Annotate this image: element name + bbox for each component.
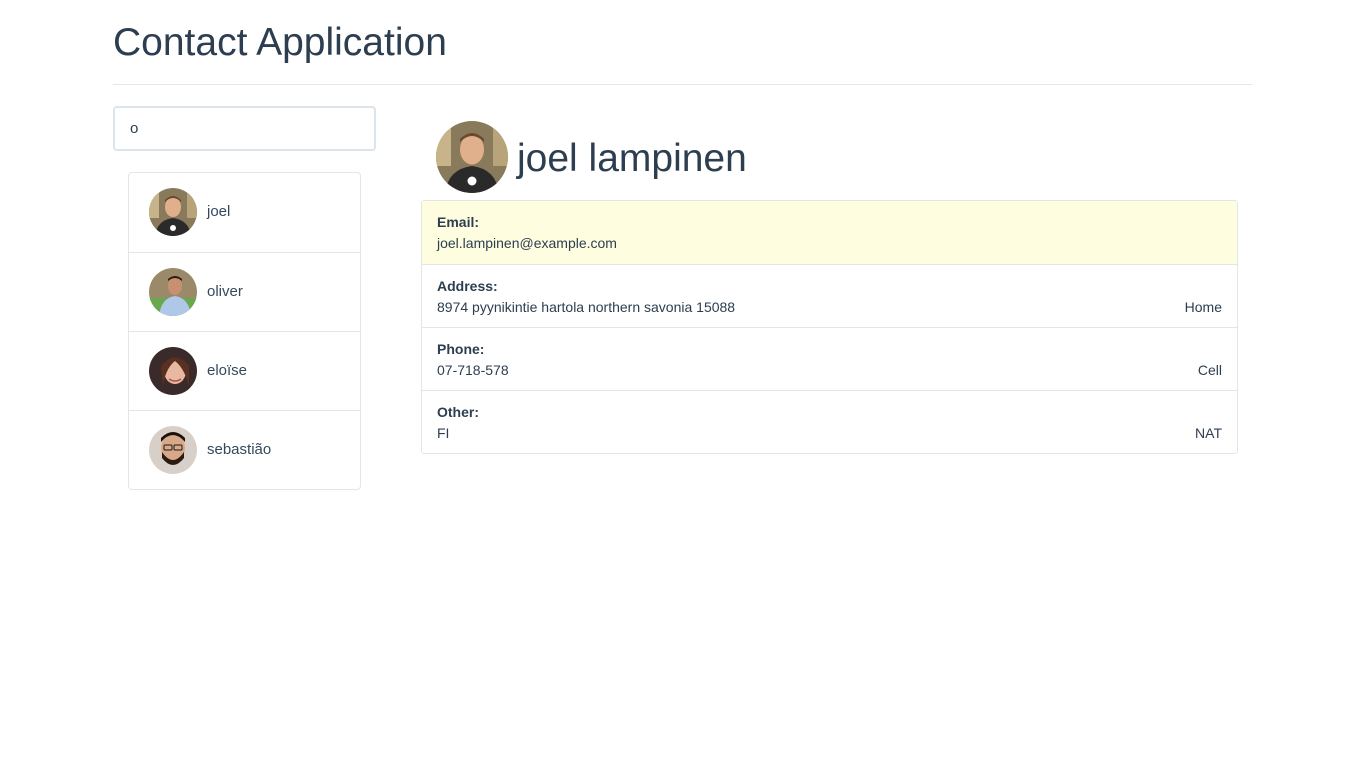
avatar <box>149 426 197 474</box>
detail-label: Phone: <box>437 341 485 357</box>
contact-item-eloise[interactable]: eloïse <box>129 331 360 410</box>
contact-name: oliver <box>207 283 243 300</box>
detail-row-email[interactable]: Email: joel.lampinen@example.com <box>422 201 1237 264</box>
contact-detail-list: Email: joel.lampinen@example.com Address… <box>421 200 1238 454</box>
contact-name: sebastião <box>207 441 272 458</box>
detail-tag: Cell <box>1197 362 1222 378</box>
detail-row-phone[interactable]: Phone: 07-718-578 Cell <box>422 327 1237 390</box>
contact-detail-avatar <box>436 121 508 193</box>
detail-value: 8974 pyynikintie hartola northern savoni… <box>437 299 736 315</box>
detail-label: Address: <box>437 278 498 294</box>
contact-item-oliver[interactable]: oliver <box>129 252 360 331</box>
page-title: Contact Application <box>113 21 447 64</box>
avatar <box>149 268 197 316</box>
contact-item-sebastiao[interactable]: sebastião <box>129 410 360 489</box>
contact-name: joel <box>207 203 231 220</box>
detail-label: Other: <box>437 404 479 420</box>
detail-value: joel.lampinen@example.com <box>437 235 617 251</box>
detail-row-address[interactable]: Address: 8974 pyynikintie hartola northe… <box>422 264 1237 327</box>
contact-name: eloïse <box>207 362 248 379</box>
avatar <box>149 188 197 236</box>
detail-value: 07-718-578 <box>437 362 509 378</box>
contact-detail-name: joel lampinen <box>517 137 747 180</box>
detail-value: FI <box>437 425 450 441</box>
detail-label: Email: <box>437 214 480 230</box>
contact-list: joel oliver eloïse sebastião <box>128 172 361 490</box>
detail-row-other[interactable]: Other: FI NAT <box>422 390 1237 453</box>
page-header: Contact Application <box>113 0 1252 85</box>
avatar <box>149 347 197 395</box>
detail-tag: NAT <box>1195 425 1222 441</box>
detail-tag: Home <box>1184 299 1222 315</box>
search-input[interactable] <box>113 106 376 151</box>
contact-item-joel[interactable]: joel <box>129 173 360 252</box>
